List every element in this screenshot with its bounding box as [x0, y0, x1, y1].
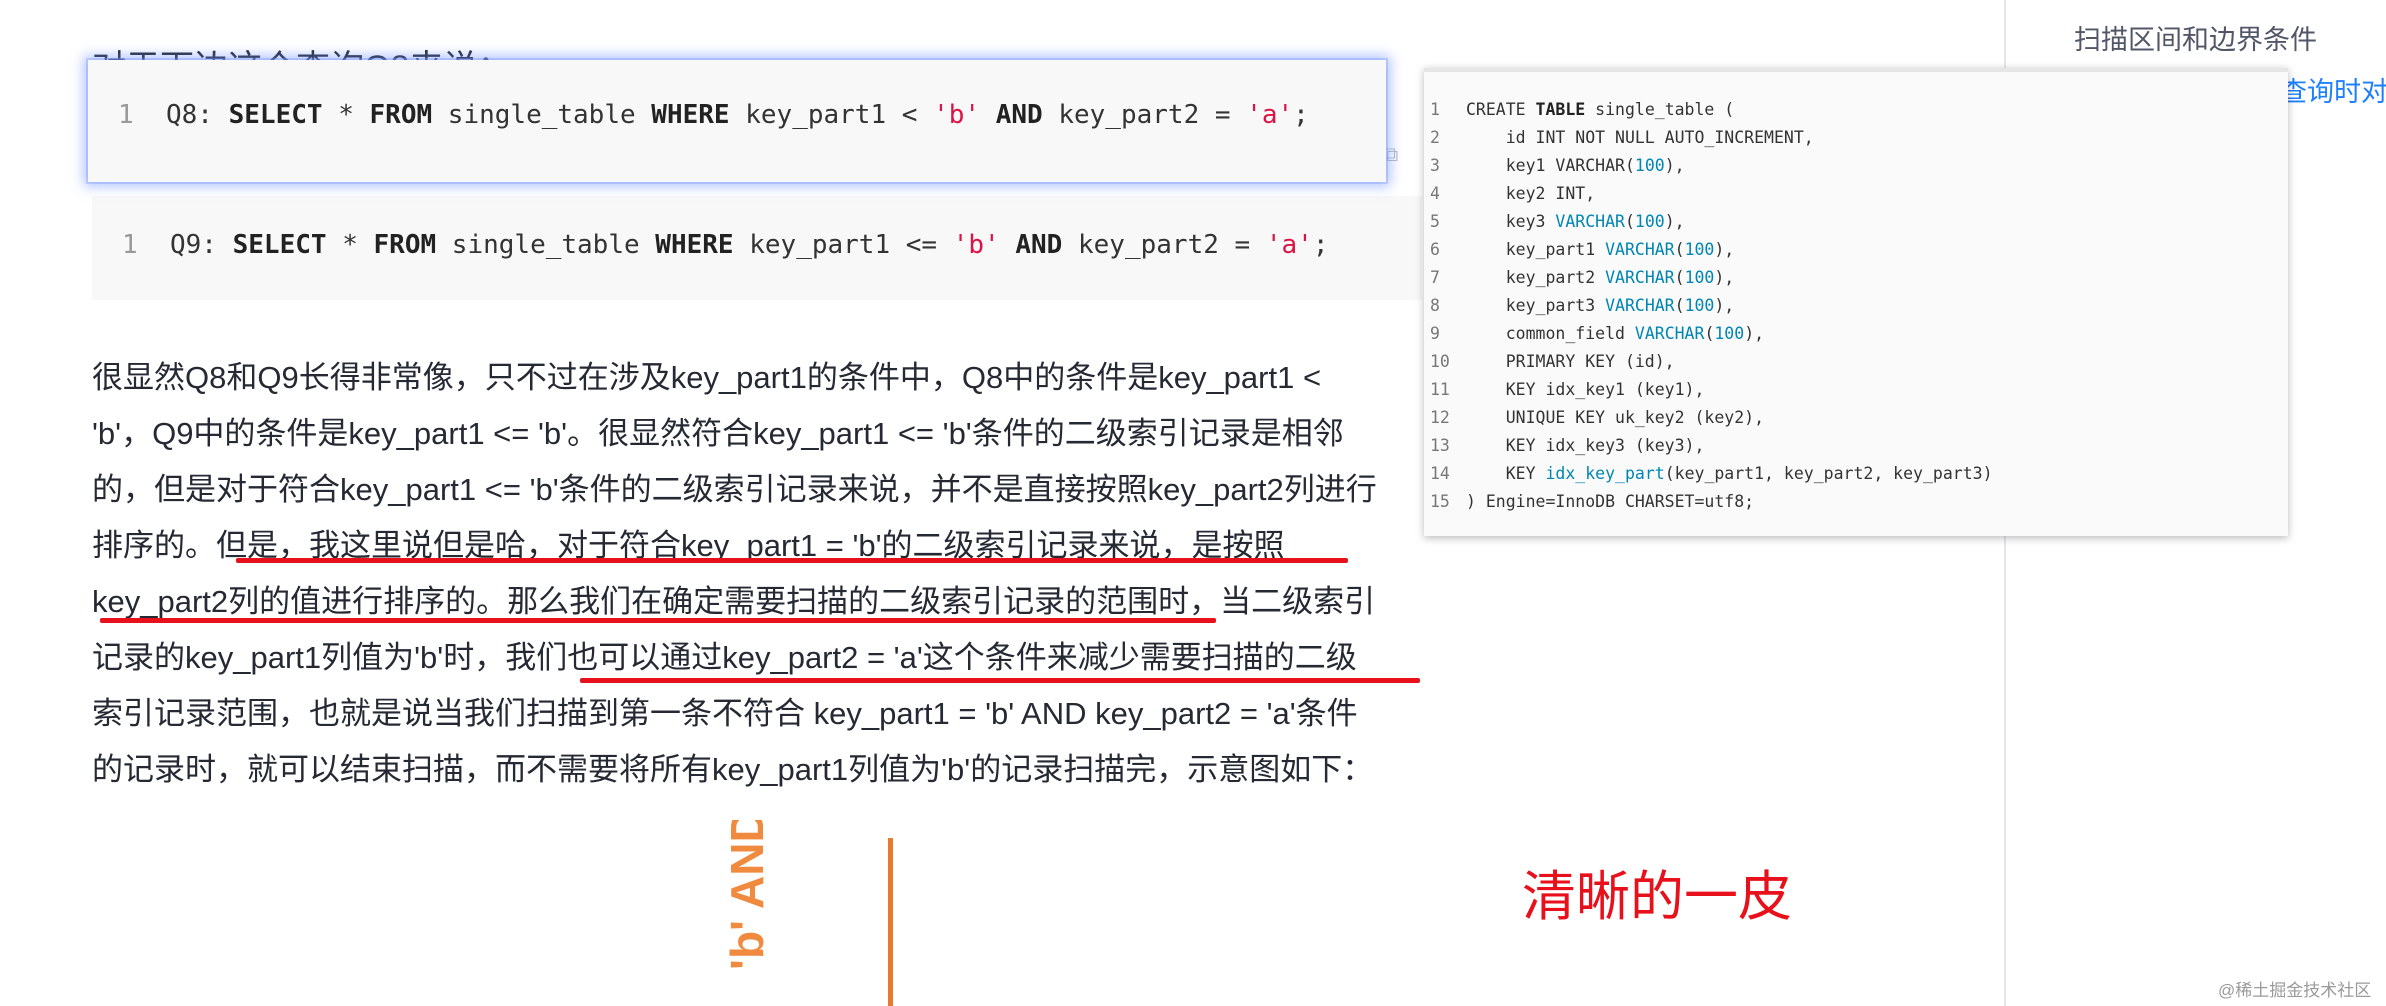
paragraph-line: 的记录时，就可以结束扫描，而不需要将所有key_part1列值为'b'的记录扫描… — [92, 752, 1374, 787]
paragraph-line: 很显然Q8和Q9长得非常像，只不过在涉及key_part1的条件中，Q8中的条件… — [92, 360, 1322, 395]
copy-icon[interactable]: ⧉ — [1384, 144, 1398, 167]
red-underline-1 — [236, 558, 1348, 563]
line-number: 1 — [118, 100, 134, 130]
diagram-axis-line — [888, 838, 893, 1006]
schema-line: 5 key3 VARCHAR(100), — [1430, 212, 1685, 231]
diagram-fragment: 'b' AND — [700, 820, 960, 1006]
toc-item-scan-range[interactable]: 扫描区间和边界条件 — [2074, 18, 2317, 57]
schema-line: 10 PRIMARY KEY (id), — [1430, 352, 1675, 371]
toc-item-cut-link[interactable]: 查询时对 — [2280, 70, 2386, 109]
schema-line: 1 CREATE TABLE single_table ( — [1430, 100, 1735, 119]
schema-line: 8 key_part3 VARCHAR(100), — [1430, 296, 1735, 315]
schema-line: 2 id INT NOT NULL AUTO_INCREMENT, — [1430, 128, 1814, 147]
code-line-q8: 1 Q8: SELECT * FROM single_table WHERE ke… — [118, 100, 1309, 130]
schema-line: 3 key1 VARCHAR(100), — [1430, 156, 1685, 175]
schema-line: 4 key2 INT, — [1430, 184, 1596, 203]
schema-line: 15) Engine=InnoDB CHARSET=utf8; — [1430, 492, 1755, 511]
red-annotation-text: 清晰的一皮 — [1522, 867, 1792, 927]
paragraph-line: 'b'，Q9中的条件是key_part1 <= 'b'。很显然符合key_par… — [92, 416, 1344, 451]
diagram-label: 'b' AND — [721, 820, 773, 970]
schema-popup-panel: 1 CREATE TABLE single_table ( 2 id INT NO… — [1424, 68, 2288, 536]
code-block-q9[interactable]: 1 Q9: SELECT * FROM single_table WHERE ke… — [92, 196, 1422, 300]
schema-line: 14 KEY idx_key_part(key_part1, key_part2… — [1430, 464, 1993, 483]
schema-line: 9 common_field VARCHAR(100), — [1430, 324, 1765, 343]
schema-line: 13 KEY idx_key3 (key3), — [1430, 436, 1705, 455]
red-underline-3 — [580, 678, 1420, 683]
paragraph-line: 排序的。但是，我这里说但是哈，对于符合key_part1 = 'b'的二级索引记… — [92, 528, 1285, 563]
schema-line: 7 key_part2 VARCHAR(100), — [1430, 268, 1735, 287]
red-underline-2 — [100, 618, 1216, 623]
code-block-q8[interactable]: 1 Q8: SELECT * FROM single_table WHERE ke… — [88, 60, 1386, 182]
paragraph-line: 索引记录范围，也就是说当我们扫描到第一条不符合 key_part1 = 'b' … — [92, 696, 1358, 731]
site-watermark: @稀土掘金技术社区 — [2218, 981, 2372, 1000]
paragraph-line: 的，但是对于符合key_part1 <= 'b'条件的二级索引记录来说，并不是直… — [92, 472, 1377, 507]
article-paragraph: 很显然Q8和Q9长得非常像，只不过在涉及key_part1的条件中，Q8中的条件… — [92, 350, 1432, 800]
schema-line: 12 UNIQUE KEY uk_key2 (key2), — [1430, 408, 1765, 427]
line-number: 1 — [122, 230, 138, 260]
schema-line: 11 KEY idx_key1 (key1), — [1430, 380, 1705, 399]
code-line-q9: 1 Q9: SELECT * FROM single_table WHERE ke… — [122, 230, 1329, 260]
schema-line: 6 key_part1 VARCHAR(100), — [1430, 240, 1735, 259]
